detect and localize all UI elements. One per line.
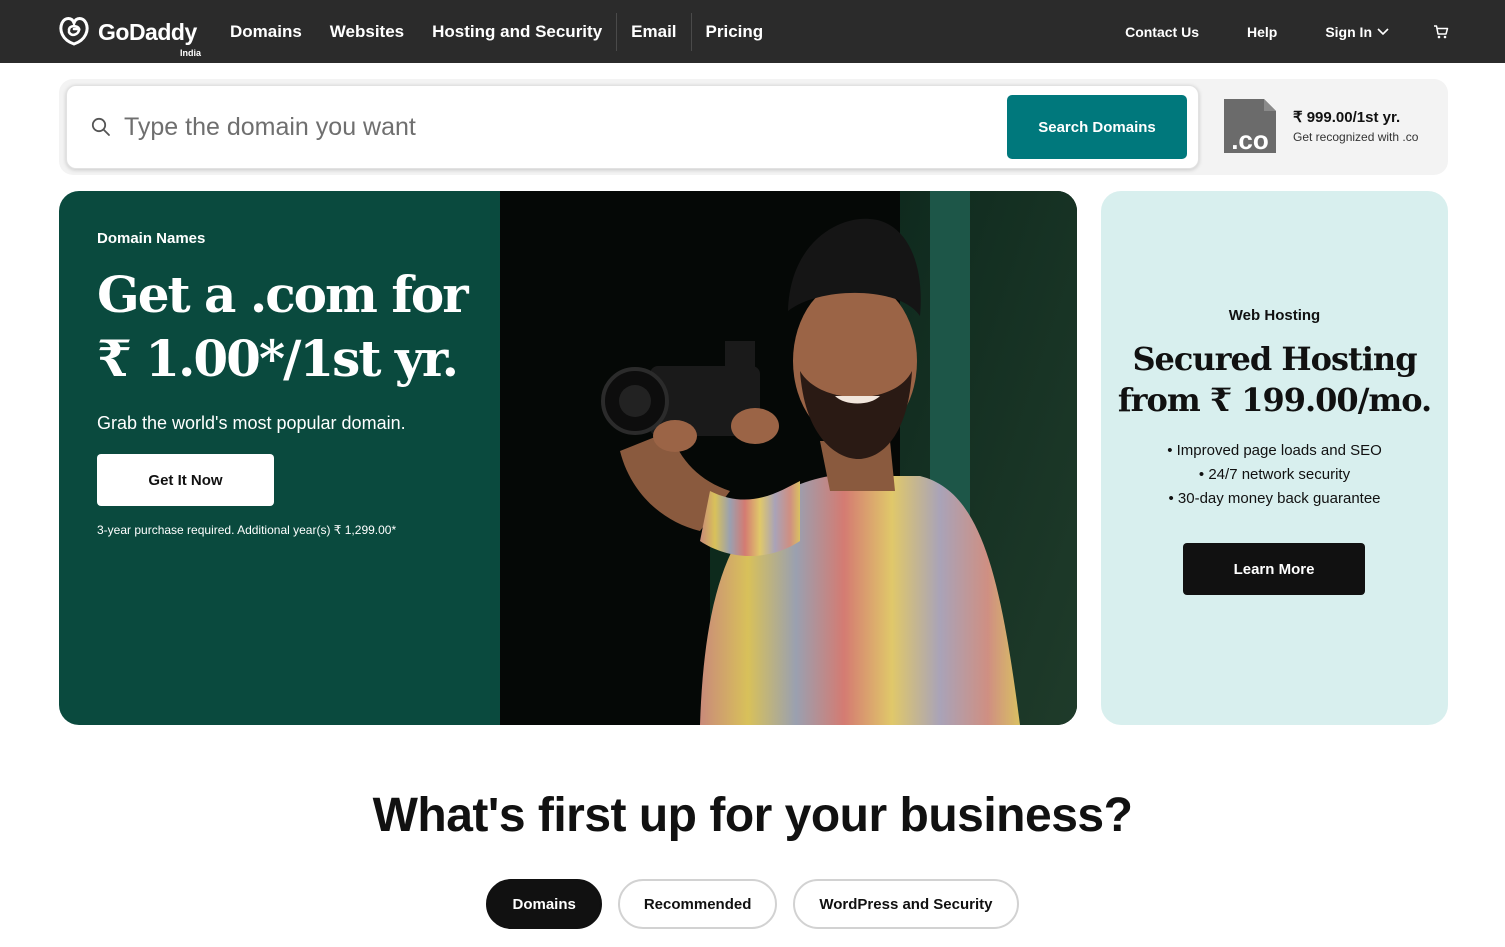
brand-region: India — [180, 48, 202, 58]
nav-item-email[interactable]: Email — [617, 13, 690, 51]
hosting-feature: • 24/7 network security — [1198, 466, 1351, 483]
tab-domains[interactable]: Domains — [486, 879, 602, 929]
co-tld-label: .co — [1231, 125, 1269, 155]
hosting-feature: • 30-day money back guarantee — [1168, 490, 1381, 507]
nav-item-websites[interactable]: Websites — [316, 13, 418, 51]
hero-fine-print: 3-year purchase required. Additional yea… — [97, 523, 397, 537]
nav-item-hosting-security[interactable]: Hosting and Security — [418, 13, 616, 51]
co-tld-promo[interactable]: .co — [1220, 97, 1278, 160]
search-domains-button[interactable]: Search Domains — [1007, 95, 1187, 159]
domain-hero-card: Domain Names Get a .com for ₹ 1.00*/1st … — [59, 191, 1077, 725]
main-nav: Domains Websites Hosting and Security Em… — [216, 0, 777, 63]
sign-in-menu[interactable]: Sign In — [1325, 24, 1389, 40]
tab-recommended[interactable]: Recommended — [617, 879, 778, 929]
nav-item-domains[interactable]: Domains — [216, 13, 316, 51]
hosting-feature-list: • Improved page loads and SEO • 24/7 net… — [1101, 439, 1448, 511]
hero-subtitle: Grab the world's most popular domain. — [97, 413, 406, 433]
business-tabs: Domains Recommended WordPress and Securi… — [0, 879, 1505, 929]
co-price: ₹ 999.00/1st yr. — [1293, 109, 1401, 126]
help-link[interactable]: Help — [1247, 24, 1277, 40]
tab-wordpress-security[interactable]: WordPress and Security — [793, 879, 1019, 929]
top-navigation: GoDaddy India Domains Websites Hosting a… — [0, 0, 1505, 63]
co-tld-icon: .co — [1224, 99, 1276, 155]
godaddy-logo-icon — [59, 17, 89, 46]
utility-nav: Contact Us Help Sign In — [1077, 0, 1449, 63]
get-it-now-button[interactable]: Get It Now — [97, 454, 274, 506]
web-hosting-card: Web Hosting Secured Hosting from ₹ 199.0… — [1101, 191, 1448, 725]
sign-in-label: Sign In — [1325, 23, 1372, 40]
contact-us-link[interactable]: Contact Us — [1125, 24, 1199, 40]
chevron-down-icon — [1377, 27, 1389, 35]
co-subtitle: Get recognized with .co — [1293, 130, 1419, 144]
learn-more-button[interactable]: Learn More — [1183, 543, 1365, 595]
cart-icon — [1434, 24, 1449, 38]
cart-button[interactable] — [1433, 24, 1449, 39]
hosting-title: Secured Hosting from ₹ 199.00/mo. — [1117, 340, 1432, 419]
section-title: What's first up for your business? — [372, 789, 1133, 842]
brand-name: GoDaddy — [98, 19, 197, 45]
hosting-eyebrow: Web Hosting — [1228, 307, 1321, 324]
domain-search-input[interactable] — [124, 104, 984, 150]
search-icon — [91, 117, 110, 136]
hero-eyebrow: Domain Names — [97, 230, 206, 247]
godaddy-logo[interactable]: GoDaddy India — [58, 14, 208, 58]
hosting-feature: • Improved page loads and SEO — [1167, 442, 1382, 459]
hero-title: Get a .com for ₹ 1.00*/1st yr. — [97, 265, 469, 388]
nav-item-pricing[interactable]: Pricing — [692, 13, 778, 51]
photographer-hero-image — [500, 191, 1077, 725]
